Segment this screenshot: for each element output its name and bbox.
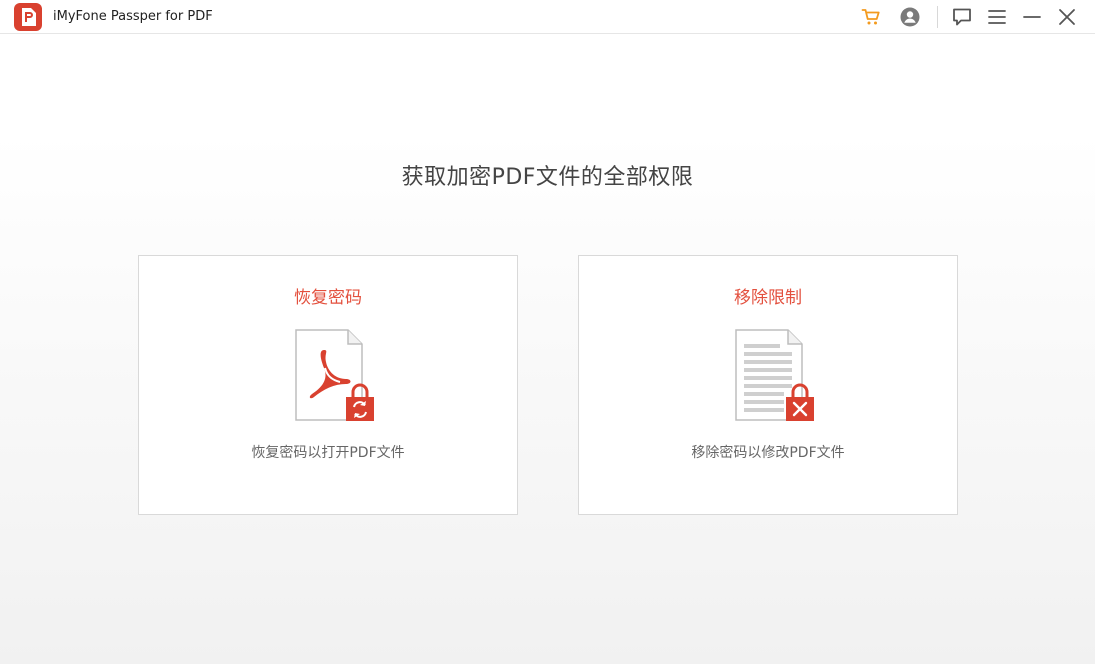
document-lock-remove-icon	[735, 329, 814, 421]
page-headline: 获取加密PDF文件的全部权限	[401, 165, 694, 190]
app-title: iMyFone Passper for PDF	[53, 9, 213, 24]
remove-restrictions-title: 移除限制	[734, 288, 802, 308]
recover-password-description: 恢复密码以打开PDF文件	[251, 445, 405, 461]
account-icon[interactable]	[900, 7, 920, 27]
remove-restrictions-description: 移除密码以修改PDF文件	[691, 445, 845, 461]
recover-password-title: 恢复密码	[294, 288, 362, 308]
pdf-lock-refresh-icon	[295, 329, 374, 421]
feedback-icon[interactable]	[952, 7, 972, 27]
toolbar-divider	[937, 6, 938, 28]
menu-icon[interactable]	[987, 7, 1007, 27]
app-logo-icon	[14, 3, 42, 31]
cart-icon[interactable]	[861, 7, 881, 27]
close-icon[interactable]	[1057, 7, 1077, 27]
minimize-icon[interactable]	[1022, 7, 1042, 27]
remove-restrictions-card[interactable]: 移除限制 移除密码以修改PDF文件	[578, 255, 958, 515]
recover-password-card[interactable]: 恢复密码 恢复密码以打开PDF文件	[138, 255, 518, 515]
title-bar: iMyFone Passper for PDF	[0, 0, 1095, 34]
